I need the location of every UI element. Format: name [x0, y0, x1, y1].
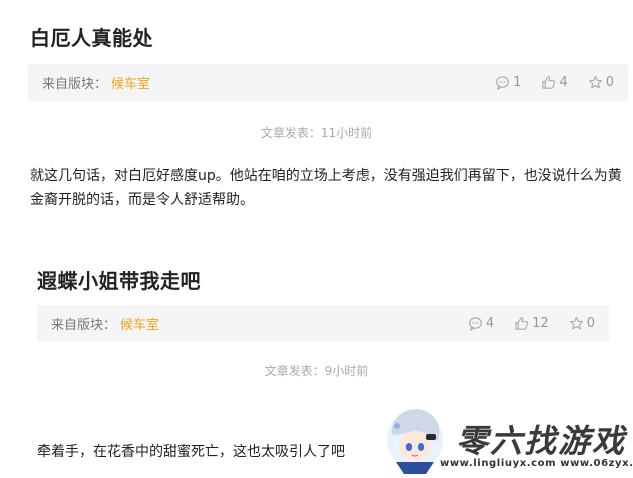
source-forum-link[interactable]: 候车室 — [111, 73, 150, 92]
comment-count: 1 — [513, 75, 522, 90]
star-icon — [588, 75, 602, 89]
mascot-logo — [387, 409, 443, 474]
favorite-count: 0 — [605, 75, 614, 90]
like-button[interactable]: 4 — [541, 75, 568, 90]
post-time: 文章发表：11小时前 — [260, 126, 373, 140]
favorite-button[interactable]: 0 — [588, 75, 614, 90]
thumbs-up-icon — [542, 76, 556, 89]
source-label: 来自版块： — [51, 318, 117, 333]
favorite-button[interactable]: 0 — [569, 316, 595, 331]
comment-icon — [496, 76, 510, 90]
post-meta-bar: 来自版块： 候车室 4 12 0 — [37, 305, 609, 342]
source-label: 来自版块： — [42, 77, 108, 92]
post-body: 就这几句话，对白厄好感度up。他站在咱的立场上考虑，没有强迫我们再留下，也没说什… — [30, 168, 622, 208]
watermark-brand: 零六找游戏 — [456, 422, 627, 460]
source-forum-link[interactable]: 候车室 — [120, 314, 159, 333]
watermark-url: www.lingliuyx.com www.06zyx.com — [440, 458, 633, 469]
post-stats: 1 4 0 — [495, 75, 614, 90]
like-count: 12 — [532, 316, 549, 331]
comment-button[interactable]: 1 — [495, 75, 521, 90]
favorite-count: 0 — [586, 316, 595, 331]
site-watermark: 零六找游戏 www.lingliuyx.com www.06zyx.com — [382, 404, 633, 478]
comment-icon — [468, 317, 482, 331]
post-meta-bar: 来自版块： 候车室 1 4 0 — [28, 64, 628, 101]
post-body: 牵着手，在花香中的甜蜜死亡，这也太吸引人了吧 — [37, 444, 345, 460]
comment-count: 4 — [485, 316, 495, 331]
star-icon — [569, 316, 583, 330]
like-button[interactable]: 12 — [514, 316, 549, 331]
post-time: 文章发表：9小时前 — [264, 364, 369, 378]
post-title[interactable]: 遐蝶小姐带我走吧 — [37, 265, 201, 294]
post-title[interactable]: 白厄人真能处 — [30, 22, 153, 51]
post-stats: 4 12 0 — [468, 316, 595, 331]
thumbs-up-icon — [515, 317, 529, 330]
like-count: 4 — [559, 75, 568, 90]
comment-button[interactable]: 4 — [468, 316, 494, 331]
